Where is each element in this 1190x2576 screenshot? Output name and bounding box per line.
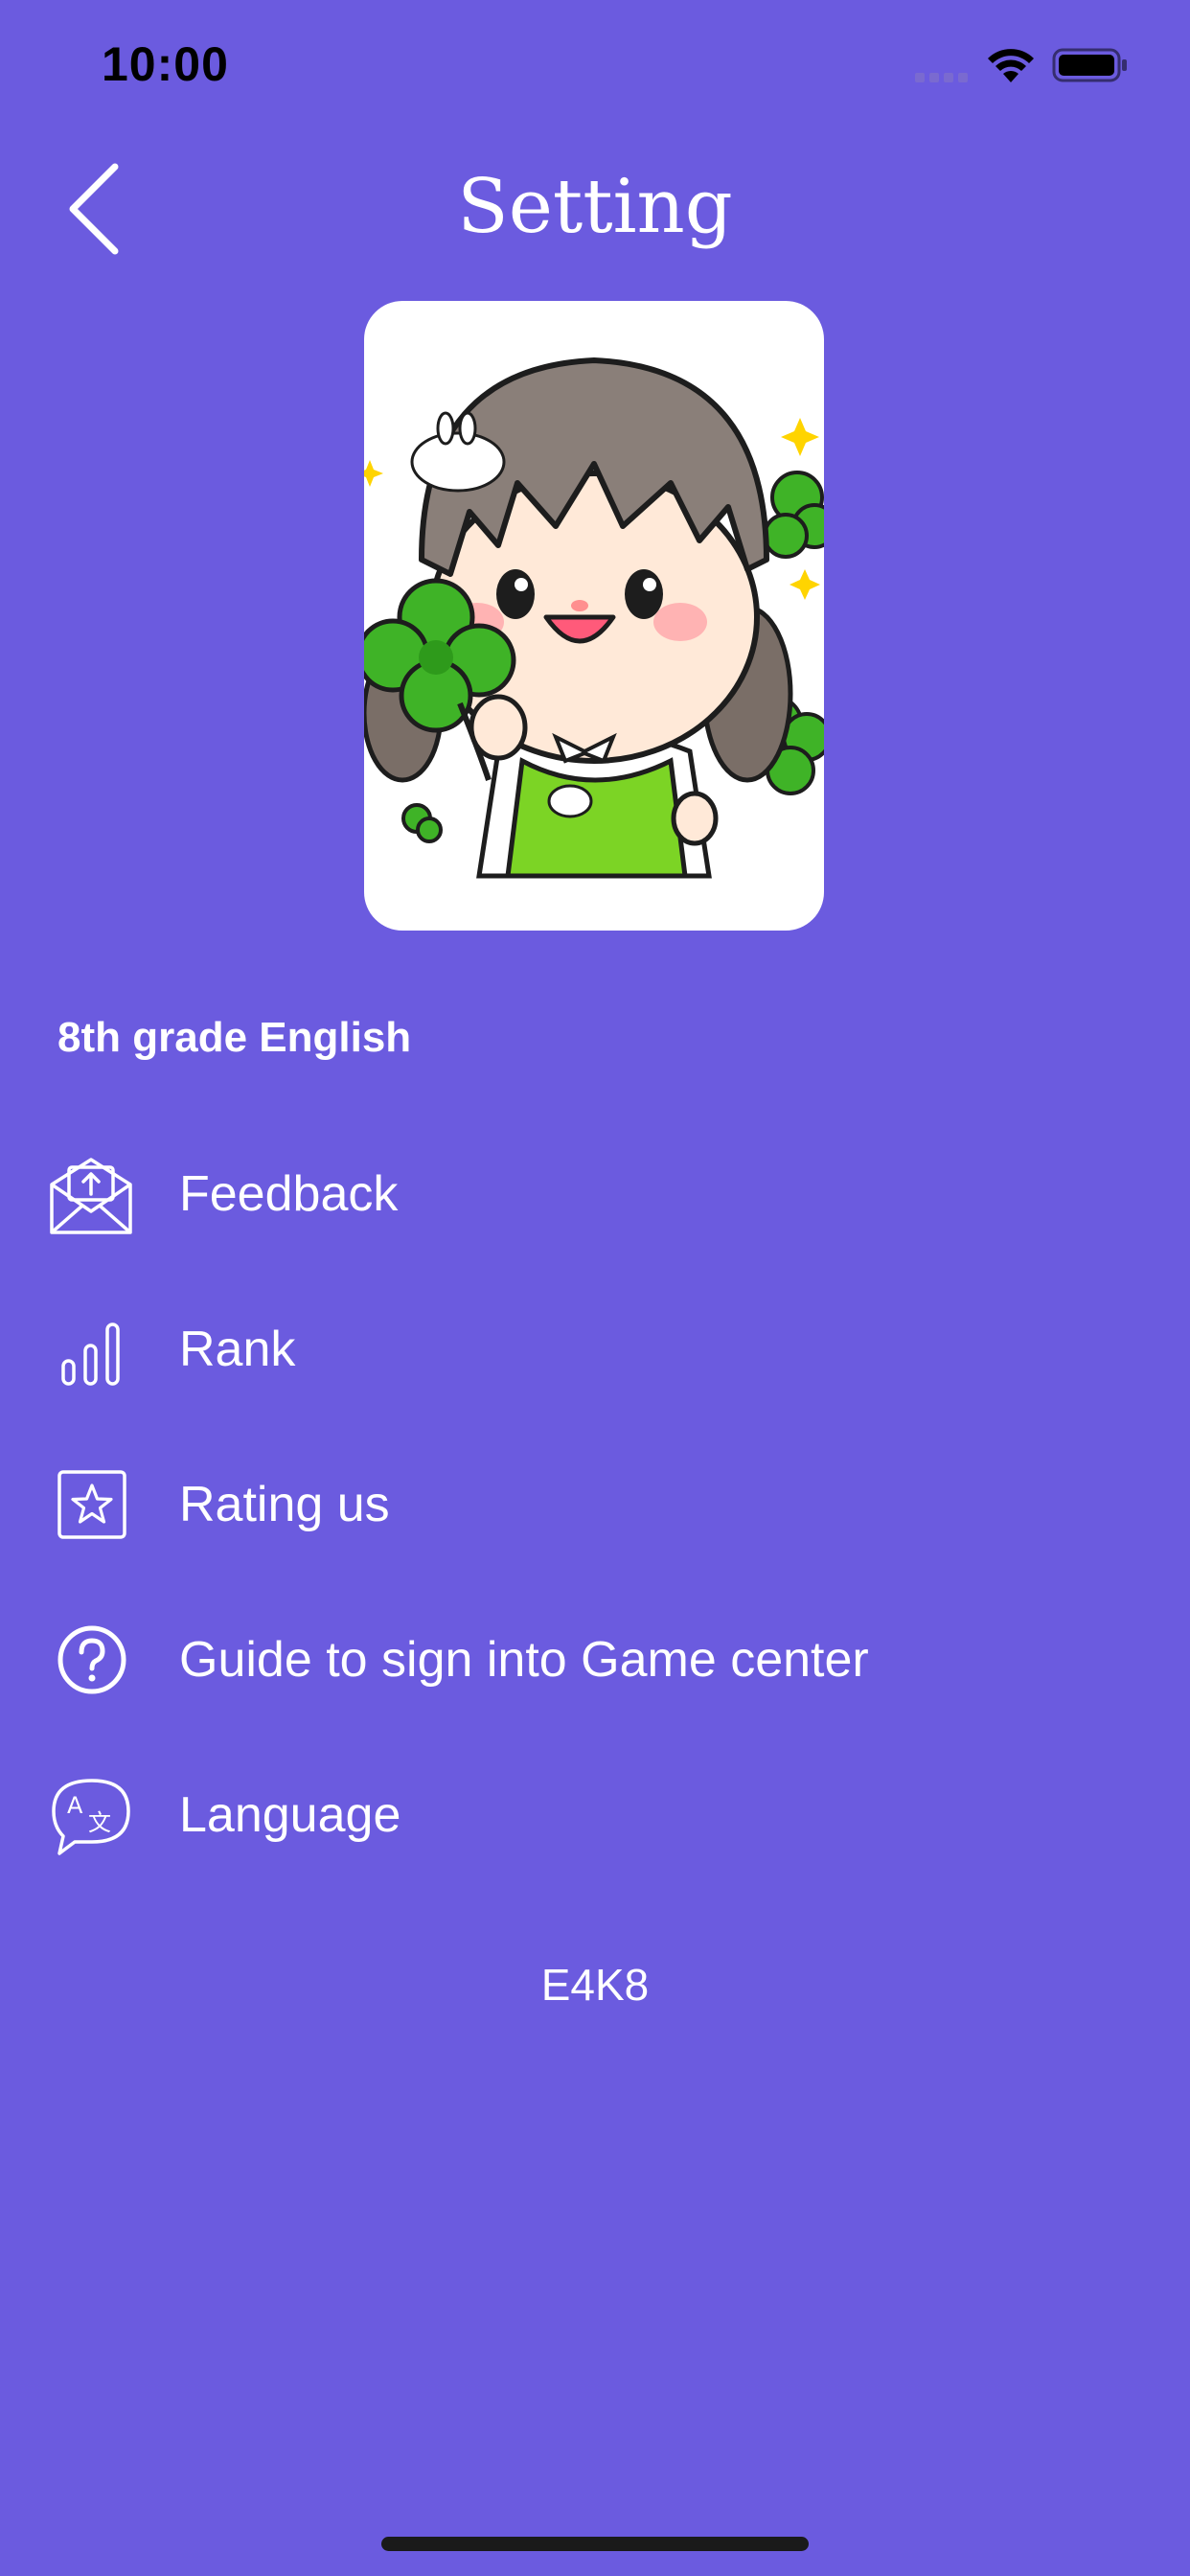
menu-item-rating-us[interactable]: Rating us	[48, 1445, 1140, 1560]
page-title: Setting	[457, 164, 733, 250]
status-bar: 10:00	[0, 0, 1190, 134]
cellular-signal-icon	[915, 73, 968, 82]
status-time: 10:00	[102, 37, 229, 91]
svg-text:文: 文	[88, 1809, 111, 1836]
home-indicator	[381, 2537, 809, 2551]
menu-item-label: Rating us	[179, 1477, 390, 1532]
translate-bubble-icon: A 文	[52, 1779, 130, 1855]
menu-item-game-center-guide[interactable]: Guide to sign into Game center	[48, 1600, 1140, 1715]
menu-item-label: Language	[179, 1787, 401, 1843]
star-box-icon	[57, 1470, 126, 1539]
wifi-icon	[988, 49, 1034, 82]
menu-item-feedback[interactable]: Feedback	[48, 1135, 1140, 1250]
avatar-card	[364, 301, 824, 931]
menu-item-label: Guide to sign into Game center	[179, 1632, 869, 1688]
version-code: E4K8	[540, 1960, 650, 2010]
svg-text:A: A	[67, 1792, 83, 1819]
menu-item-label: Rank	[179, 1322, 296, 1377]
battery-icon	[1052, 48, 1127, 82]
cartoon-girl-clover-avatar	[364, 357, 824, 879]
mail-upload-icon	[50, 1158, 132, 1234]
menu-item-rank[interactable]: Rank	[48, 1290, 1140, 1405]
question-circle-icon	[57, 1625, 126, 1694]
bar-chart-icon	[61, 1322, 120, 1386]
menu-item-label: Feedback	[179, 1166, 399, 1222]
menu-item-language[interactable]: A 文 Language	[48, 1756, 1140, 1871]
subject-label: 8th grade English	[57, 1014, 412, 1061]
